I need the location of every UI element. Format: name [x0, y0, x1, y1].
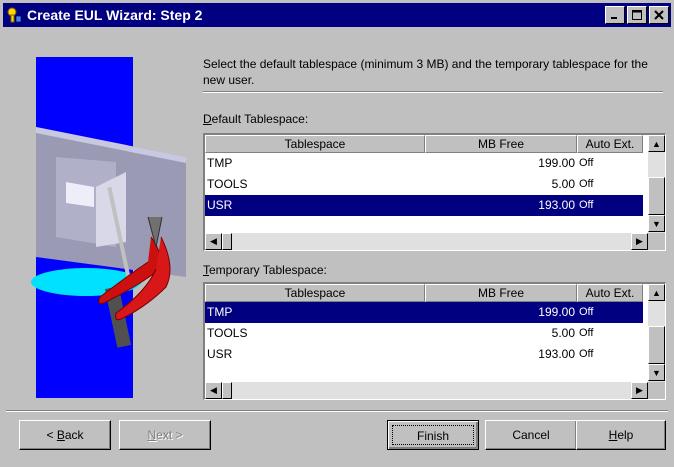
back-accel: B	[56, 428, 65, 442]
scroll-up-button[interactable]: ▲	[648, 135, 665, 152]
table-row[interactable]: USR 193.00 Off	[205, 344, 643, 365]
arrow-left-icon: ◀	[210, 385, 217, 395]
scrollbar-corner	[648, 382, 665, 399]
instructions-separator	[203, 91, 663, 93]
tablespace-name: TOOLS	[207, 326, 248, 340]
auto-ext-value: Off	[579, 348, 594, 360]
default-tablespace-grid[interactable]: Tablespace MB Free Auto Ext. TMP 199.00 …	[203, 133, 666, 251]
scroll-down-button[interactable]: ▼	[648, 215, 665, 232]
auto-ext-value: Off	[577, 195, 643, 216]
arrow-up-icon: ▲	[652, 138, 661, 149]
vertical-scroll-thumb[interactable]	[648, 326, 665, 364]
temporary-tablespace-grid[interactable]: Tablespace MB Free Auto Ext. TMP 199.00 …	[203, 282, 666, 400]
table-row[interactable]: TMP 199.00 Off	[205, 153, 643, 174]
title-bar[interactable]: Create EUL Wizard: Step 2	[3, 3, 671, 27]
next-accel: N	[147, 428, 157, 442]
tablespace-name: TOOLS	[207, 177, 248, 191]
column-header-mb-free[interactable]: MB Free	[425, 135, 577, 153]
maximize-button[interactable]	[627, 6, 647, 24]
tablespace-name: USR	[207, 347, 233, 361]
minimize-button[interactable]	[605, 6, 625, 24]
next-button[interactable]: Next >	[119, 420, 211, 450]
finish-button[interactable]: Finish	[387, 420, 479, 450]
table-row[interactable]: TOOLS 5.00 Off	[205, 323, 643, 344]
column-header-tablespace[interactable]: Tablespace	[205, 135, 425, 153]
mb-free-value: 199.00	[538, 156, 575, 170]
help-button[interactable]: Help	[576, 420, 666, 450]
toolkit-illustration	[31, 57, 186, 398]
help-label: elp	[617, 428, 634, 442]
scroll-right-button[interactable]: ▶	[631, 233, 648, 250]
temporary-tablespace-label-text: emporary Tablespace:	[209, 263, 327, 277]
horizontal-scrollbar[interactable]: ◀ ▶	[205, 382, 648, 399]
arrow-left-icon: ◀	[210, 236, 217, 246]
tablespace-name: TMP	[205, 302, 425, 323]
horizontal-scroll-thumb[interactable]	[222, 233, 232, 250]
auto-ext-value: Off	[579, 178, 594, 190]
scroll-right-button[interactable]: ▶	[631, 382, 648, 399]
vertical-scrollbar[interactable]: ▲ ▼	[648, 135, 665, 235]
tablespace-name: TMP	[207, 156, 233, 170]
vertical-scrollbar[interactable]: ▲ ▼	[648, 284, 665, 384]
finish-focus-rect: Finish	[392, 425, 474, 445]
default-tablespace-label: Default Tablespace:	[203, 112, 308, 126]
table-row[interactable]: TOOLS 5.00 Off	[205, 174, 643, 195]
table-row-selected[interactable]: USR 193.00 Off	[205, 195, 643, 216]
arrow-down-icon: ▼	[652, 218, 661, 229]
horizontal-scrollbar[interactable]: ◀ ▶	[205, 233, 648, 250]
auto-ext-value: Off	[579, 327, 594, 339]
mb-free-value: 5.00	[551, 326, 575, 340]
vertical-scroll-thumb[interactable]	[648, 177, 665, 215]
tablespace-name: USR	[205, 195, 425, 216]
mb-free-value: 199.00	[425, 302, 577, 323]
auto-ext-value: Off	[579, 157, 594, 169]
close-icon	[654, 10, 664, 20]
column-header-auto-ext[interactable]: Auto Ext.	[577, 284, 643, 302]
mb-free-value: 193.00	[425, 195, 577, 216]
maximize-icon	[632, 10, 642, 20]
temporary-tablespace-label: Temporary Tablespace:	[203, 263, 327, 277]
scroll-left-button[interactable]: ◀	[205, 233, 222, 250]
column-header-mb-free[interactable]: MB Free	[425, 284, 577, 302]
default-tablespace-label-accel: D	[203, 112, 212, 126]
close-button[interactable]	[649, 6, 669, 24]
column-header-tablespace[interactable]: Tablespace	[205, 284, 425, 302]
cancel-button[interactable]: Cancel	[485, 420, 577, 450]
scroll-up-button[interactable]: ▲	[648, 284, 665, 301]
horizontal-scroll-thumb[interactable]	[222, 382, 232, 399]
auto-ext-value: Off	[577, 302, 643, 323]
back-button[interactable]: < Back	[19, 420, 111, 450]
instructions-text: Select the default tablespace (minimum 3…	[203, 57, 648, 87]
arrow-down-icon: ▼	[652, 367, 661, 378]
arrow-right-icon: ▶	[636, 385, 643, 395]
wizard-app-icon	[7, 7, 22, 23]
arrow-right-icon: ▶	[636, 236, 643, 246]
grid-header: Tablespace MB Free Auto Ext.	[205, 135, 643, 153]
table-row-selected[interactable]: TMP 199.00 Off	[205, 302, 643, 323]
default-tablespace-label-text: efault Tablespace:	[211, 112, 309, 126]
window-title: Create EUL Wizard: Step 2	[27, 7, 203, 23]
mb-free-value: 5.00	[551, 177, 575, 191]
scroll-down-button[interactable]: ▼	[648, 364, 665, 381]
column-header-auto-ext[interactable]: Auto Ext.	[577, 135, 643, 153]
mb-free-value: 193.00	[538, 347, 575, 361]
arrow-up-icon: ▲	[652, 287, 661, 298]
wizard-illustration	[31, 57, 186, 398]
scrollbar-corner	[648, 233, 665, 250]
scroll-left-button[interactable]: ◀	[205, 382, 222, 399]
back-label: ack	[64, 428, 84, 442]
button-bar-separator	[6, 410, 668, 412]
next-label: ext >	[156, 428, 183, 442]
grid-header: Tablespace MB Free Auto Ext.	[205, 284, 643, 302]
wizard-window: Create EUL Wizard: Step 2 Select the def…	[0, 0, 674, 467]
minimize-icon	[611, 17, 617, 19]
back-prefix: <	[46, 428, 57, 442]
